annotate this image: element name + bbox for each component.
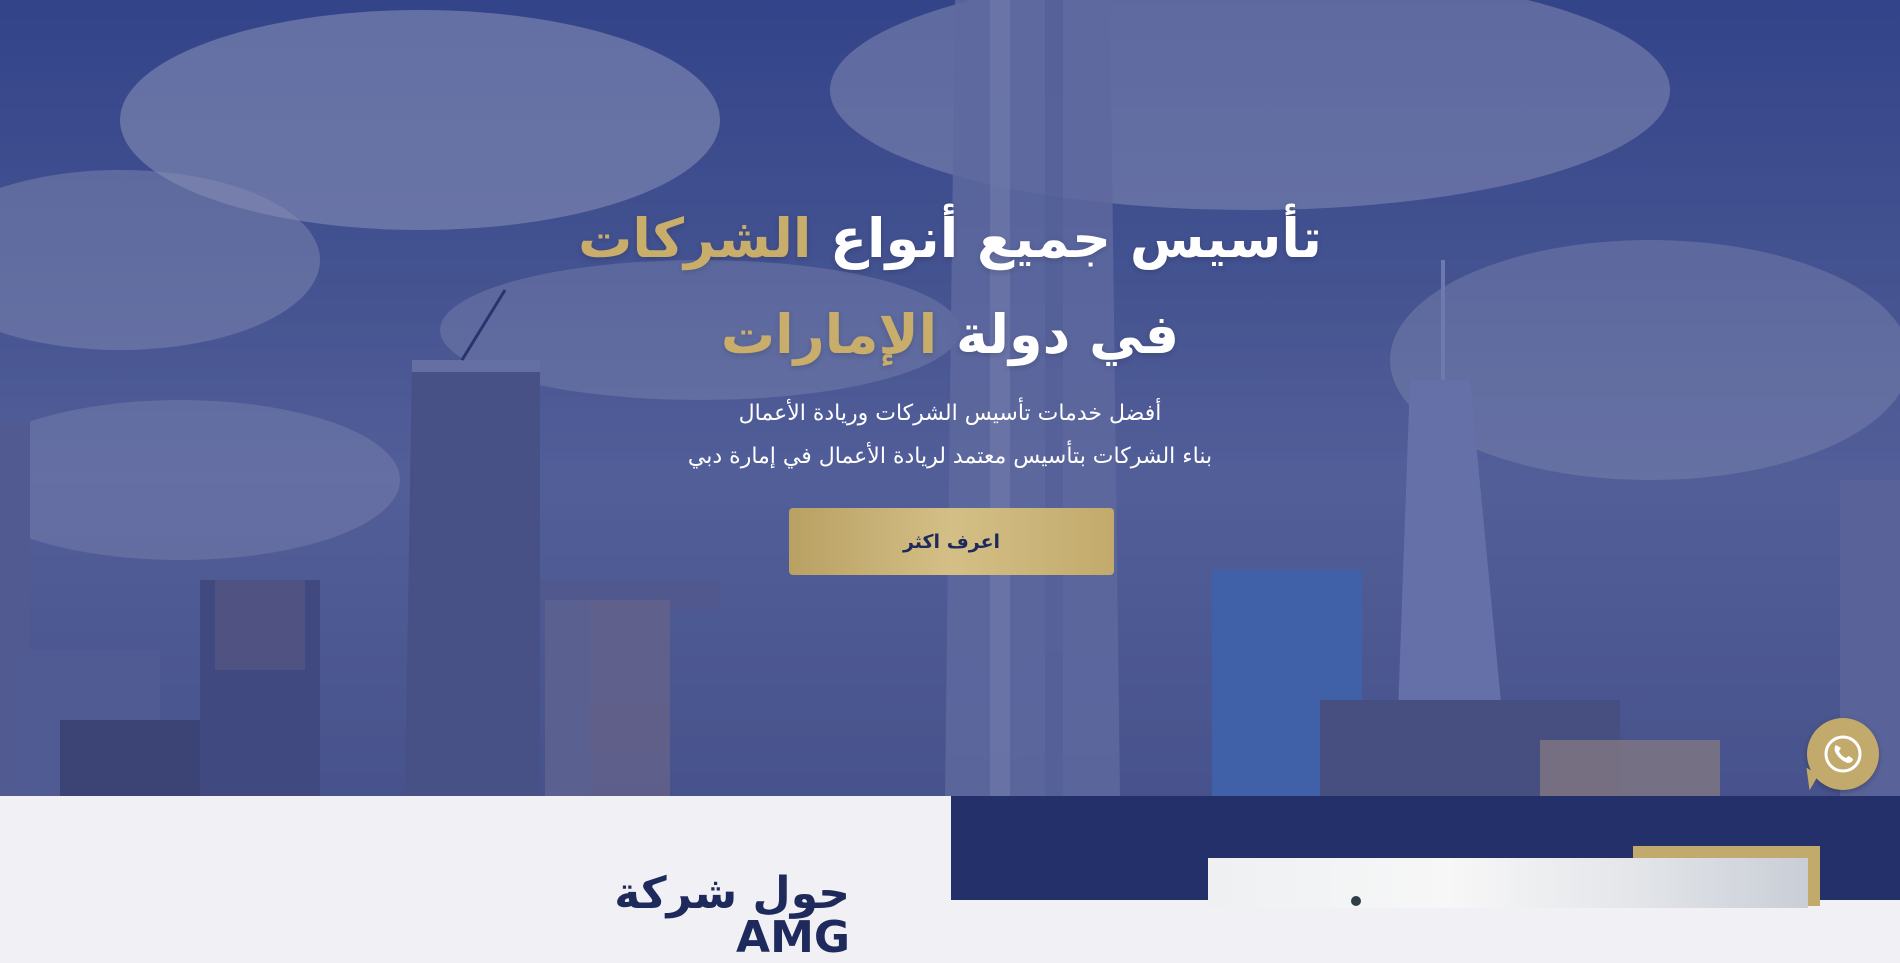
- about-image: [1208, 858, 1808, 908]
- learn-more-button[interactable]: اعرف اكثر: [789, 508, 1114, 575]
- about-title: حول شركة AMG: [614, 868, 850, 963]
- hero-subtitle-line1: أفضل خدمات تأسيس الشركات وريادة الأعمال: [738, 401, 1162, 426]
- hero-subtitle-line2: بناء الشركات بتأسيس معتمد لريادة الأعمال…: [687, 444, 1213, 469]
- headline-line2-gold: الإمارات: [720, 303, 938, 366]
- hero-content: تأسيس جميع أنواع الشركات في دولة الإمارا…: [0, 0, 1900, 796]
- whatsapp-phone-icon: [1824, 735, 1862, 773]
- headline-line1-gold: الشركات: [578, 207, 812, 270]
- hero-headline-line1: تأسيس جميع أنواع الشركات: [0, 212, 1900, 266]
- hero-section: تأسيس جميع أنواع الشركات في دولة الإمارا…: [0, 0, 1900, 796]
- headline-line2-white: في دولة: [956, 303, 1180, 366]
- whatsapp-button[interactable]: [1797, 718, 1879, 791]
- about-image-detail: [1351, 896, 1361, 906]
- headline-line1-white: تأسيس جميع أنواع: [830, 207, 1322, 270]
- hero-headline-line2: في دولة الإمارات: [0, 308, 1900, 362]
